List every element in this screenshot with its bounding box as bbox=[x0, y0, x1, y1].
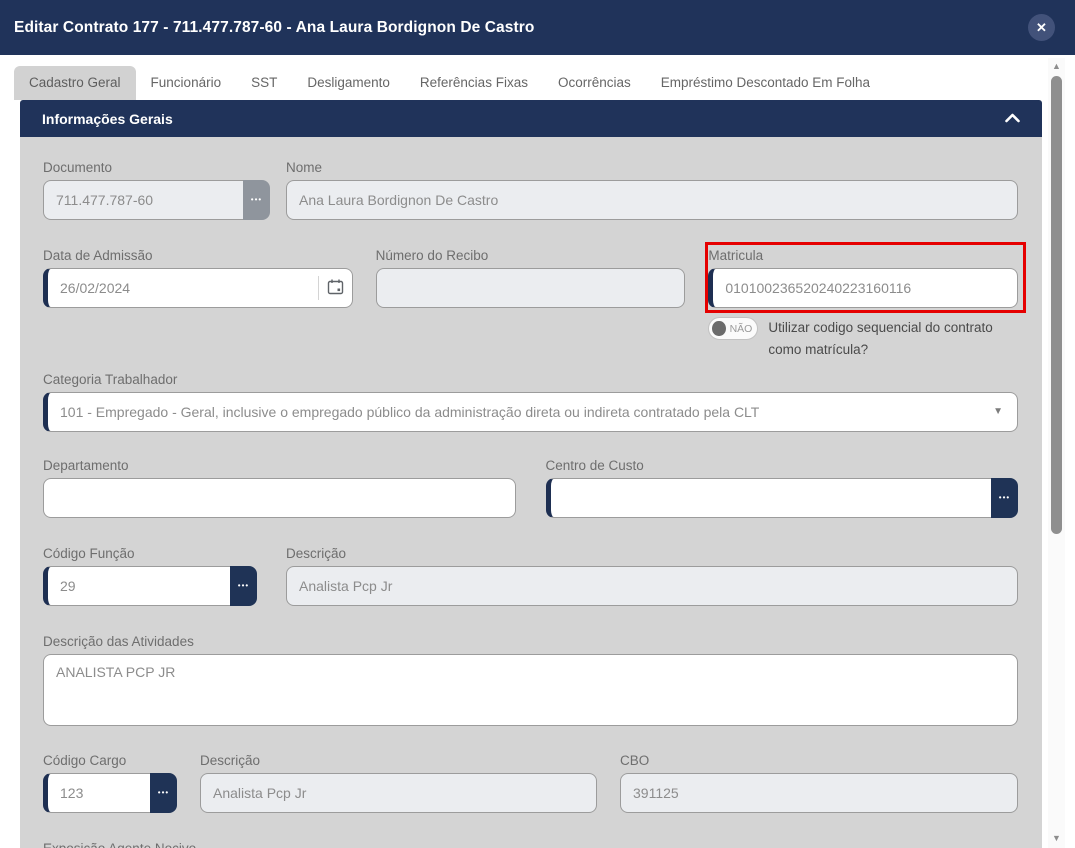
form-body: Documento 711.477.787-60 ••• Nome Ana La… bbox=[20, 137, 1042, 848]
tab-funcionario[interactable]: Funcionário bbox=[136, 66, 237, 100]
ellipsis-icon: ••• bbox=[158, 789, 169, 797]
ellipsis-icon: ••• bbox=[999, 494, 1010, 502]
nome-field[interactable]: Ana Laura Bordignon De Castro bbox=[286, 180, 1018, 220]
tab-cadastro-geral[interactable]: Cadastro Geral bbox=[14, 66, 136, 100]
documento-field[interactable]: 711.477.787-60 bbox=[43, 180, 243, 220]
centro-custo-label: Centro de Custo bbox=[546, 458, 1019, 473]
descricao-cargo-field[interactable]: Analista Pcp Jr bbox=[200, 773, 597, 813]
descricao-cargo-label: Descrição bbox=[200, 753, 597, 768]
modal-titlebar: Editar Contrato 177 - 711.477.787-60 - A… bbox=[0, 0, 1075, 55]
centro-custo-field[interactable] bbox=[546, 478, 992, 518]
matricula-field[interactable]: 010100236520240223160116 bbox=[708, 268, 1018, 308]
toggle-state-label: NÃO bbox=[730, 323, 753, 335]
tab-emprestimo-descontado[interactable]: Empréstimo Descontado Em Folha bbox=[646, 66, 885, 100]
vertical-scrollbar[interactable]: ▲ ▼ bbox=[1048, 58, 1065, 848]
tab-bar: Cadastro Geral Funcionário SST Desligame… bbox=[0, 55, 1075, 100]
section-title: Informações Gerais bbox=[42, 111, 173, 127]
codigo-funcao-label: Código Função bbox=[43, 546, 257, 561]
cbo-label: CBO bbox=[620, 753, 1018, 768]
close-icon: ✕ bbox=[1036, 21, 1047, 34]
departamento-field[interactable] bbox=[43, 478, 516, 518]
edit-contract-modal: Editar Contrato 177 - 711.477.787-60 - A… bbox=[0, 0, 1075, 848]
numero-recibo-field[interactable] bbox=[376, 268, 686, 308]
section-header-informacoes-gerais[interactable]: Informações Gerais bbox=[20, 100, 1042, 137]
codigo-cargo-label: Código Cargo bbox=[43, 753, 177, 768]
chevron-down-icon: ▼ bbox=[993, 406, 1003, 417]
usar-codigo-sequencial-toggle[interactable]: NÃO bbox=[708, 317, 758, 340]
codigo-cargo-lookup-button[interactable]: ••• bbox=[150, 773, 177, 813]
codigo-funcao-lookup-button[interactable]: ••• bbox=[230, 566, 257, 606]
modal-title: Editar Contrato 177 - 711.477.787-60 - A… bbox=[14, 19, 534, 37]
scrollbar-thumb[interactable] bbox=[1051, 76, 1062, 534]
descricao-atividades-textarea[interactable]: ANALISTA PCP JR bbox=[43, 654, 1018, 726]
ellipsis-icon: ••• bbox=[251, 196, 262, 204]
tab-referencias-fixas[interactable]: Referências Fixas bbox=[405, 66, 543, 100]
informacoes-gerais-panel: Informações Gerais Documento 711.477.787… bbox=[20, 100, 1042, 848]
codigo-funcao-field[interactable]: 29 bbox=[43, 566, 230, 606]
data-admissao-value: 26/02/2024 bbox=[60, 280, 130, 296]
divider bbox=[318, 276, 319, 300]
ellipsis-icon: ••• bbox=[238, 582, 249, 590]
tab-desligamento[interactable]: Desligamento bbox=[292, 66, 405, 100]
categoria-trabalhador-label: Categoria Trabalhador bbox=[43, 372, 1018, 387]
descricao-funcao-field[interactable]: Analista Pcp Jr bbox=[286, 566, 1018, 606]
scroll-up-icon[interactable]: ▲ bbox=[1048, 58, 1065, 74]
departamento-label: Departamento bbox=[43, 458, 516, 473]
toggle-question-label: Utilizar codigo sequencial do contrato c… bbox=[768, 317, 1018, 362]
toggle-knob-icon bbox=[712, 321, 725, 336]
codigo-cargo-field[interactable]: 123 bbox=[43, 773, 150, 813]
nome-label: Nome bbox=[286, 160, 1018, 175]
exposicao-agente-nocivo-label: Exposição Agente Nocivo bbox=[43, 841, 1018, 848]
chevron-up-icon[interactable] bbox=[1005, 110, 1020, 128]
data-admissao-field[interactable]: 26/02/2024 bbox=[43, 268, 353, 308]
centro-custo-lookup-button[interactable]: ••• bbox=[991, 478, 1018, 518]
calendar-icon[interactable] bbox=[327, 278, 344, 298]
descricao-atividades-label: Descrição das Atividades bbox=[43, 634, 1018, 649]
close-button[interactable]: ✕ bbox=[1028, 14, 1055, 41]
cbo-field[interactable]: 391125 bbox=[620, 773, 1018, 813]
data-admissao-label: Data de Admissão bbox=[43, 248, 353, 263]
documento-lookup-button[interactable]: ••• bbox=[243, 180, 270, 220]
numero-recibo-label: Número do Recibo bbox=[376, 248, 686, 263]
scroll-down-icon[interactable]: ▼ bbox=[1048, 830, 1065, 846]
tab-sst[interactable]: SST bbox=[236, 66, 292, 100]
documento-label: Documento bbox=[43, 160, 270, 175]
categoria-trabalhador-value: 101 - Empregado - Geral, inclusive o emp… bbox=[60, 404, 759, 420]
tab-ocorrencias[interactable]: Ocorrências bbox=[543, 66, 646, 100]
categoria-trabalhador-select[interactable]: 101 - Empregado - Geral, inclusive o emp… bbox=[43, 392, 1018, 432]
descricao-funcao-label: Descrição bbox=[286, 546, 1018, 561]
matricula-label: Matricula bbox=[708, 248, 1018, 263]
